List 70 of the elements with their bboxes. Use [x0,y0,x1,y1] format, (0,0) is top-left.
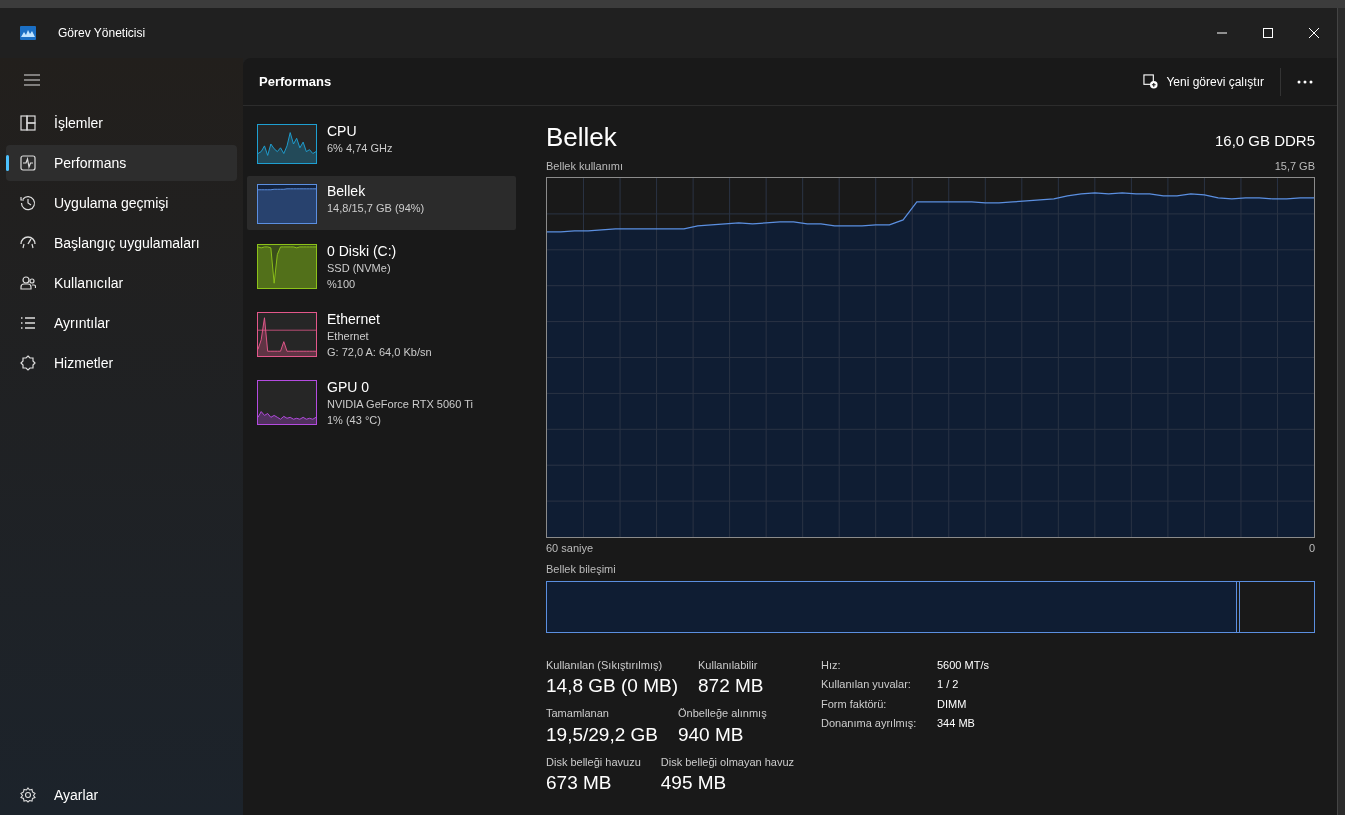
grid-icon [20,115,36,131]
device-name: CPU [327,122,358,140]
stat-label: Tamamlanan [546,706,610,721]
new-task-button[interactable]: Yeni görevi çalıştır [1135,65,1272,98]
list-icon [20,315,36,331]
gauge-icon [20,235,36,251]
device-name: Ethernet [327,310,381,328]
device-name: Bellek [327,182,367,200]
window-title: Görev Yöneticisi [58,25,146,42]
device-name: GPU 0 [327,378,370,396]
device-item[interactable]: Ethernet Ethernet G: 72,0 A: 64,0 Kb/sn [247,304,516,366]
new-task-icon [1143,74,1159,89]
property-label: Donanıma ayrılmış: [821,716,918,731]
device-item[interactable]: GPU 0 NVIDIA GeForce RTX 5060 Ti 1% (43 °C) [247,372,516,434]
device-detail: SSD (NVMe) [327,261,392,276]
device-item[interactable]: 0 Diski (C:) SSD (NVMe) %100 [247,236,516,298]
chart-label: Bellek bileşimi [546,562,617,577]
settings-item[interactable]: Ayarlar [6,777,237,813]
property-label: Hız: [821,657,842,673]
property-value: DIMM [937,696,968,712]
close-icon [1309,28,1319,38]
property-value: 1 / 2 [937,677,960,692]
device-detail: G: 72,0 A: 64,0 Kb/sn [327,345,432,360]
nav-item[interactable]: Performans [6,145,237,181]
chart-label: Bellek kullanımı [546,159,624,174]
stat-value: 495 MB [660,771,728,795]
stat-label: Disk belleği olmayan havuz [660,754,795,770]
maximize-icon [1263,28,1273,38]
stat-value: 673 MB [546,771,613,795]
stat-label: Kullanılan (Sıkıştırılmış) [546,657,664,673]
stat-label: Önbelleğe alınmış [677,706,767,721]
nav-item[interactable]: Hizmetler [6,345,237,381]
stat-label: Kullanılabilir [698,657,759,673]
nav-item[interactable]: Başlangıç uygulamaları [6,225,237,261]
users-icon [20,275,36,291]
stat-value: 940 MB [677,722,745,747]
nav-item[interactable]: Ayrıntılar [6,305,237,341]
device-name: 0 Diski (C:) [327,242,397,260]
stat-label: Disk belleği havuzu [546,754,641,770]
memory-capacity: 16,0 GB DDR5 [1214,130,1315,151]
axis-start-label: 60 saniye [546,540,594,556]
settings-icon [20,787,36,803]
property-label: Form faktörü: [821,696,888,712]
device-detail: 1% (43 °C) [327,413,382,428]
app-icon [20,26,36,40]
device-detail: 6% 4,74 GHz [327,141,393,156]
device-item[interactable]: CPU 6% 4,74 GHz [247,116,516,170]
device-detail: 14,8/15,7 GB (94%) [327,201,425,216]
page-title: Performans [259,72,332,91]
stat-value: 14,8 GB (0 MB) [546,674,678,698]
device-detail: NVIDIA GeForce RTX 5060 Ti [327,397,473,412]
activity-icon [20,155,36,171]
device-item[interactable]: Bellek 14,8/15,7 GB (94%) [247,176,516,230]
nav-item[interactable]: Uygulama geçmişi [6,185,237,221]
menu-icon [24,74,40,86]
property-label: Kullanılan yuvalar: [821,677,912,692]
property-value: 344 MB [937,716,976,731]
stat-value: 872 MB [698,674,764,698]
property-value: 5600 MT/s [937,657,989,673]
axis-max-label: 15,7 GB [1274,159,1315,174]
selection-indicator [6,155,9,171]
detail-title: Bellek [546,122,617,152]
nav-item[interactable]: Kullanıcılar [6,265,237,301]
axis-end-label: 0 [1308,540,1315,556]
device-detail: %100 [327,277,357,292]
more-icon [1297,79,1313,84]
device-detail: Ethernet [327,329,370,344]
history-icon [20,195,36,211]
nav-item[interactable]: İşlemler [6,105,237,141]
stat-value: 19,5/29,2 GB [546,722,658,747]
